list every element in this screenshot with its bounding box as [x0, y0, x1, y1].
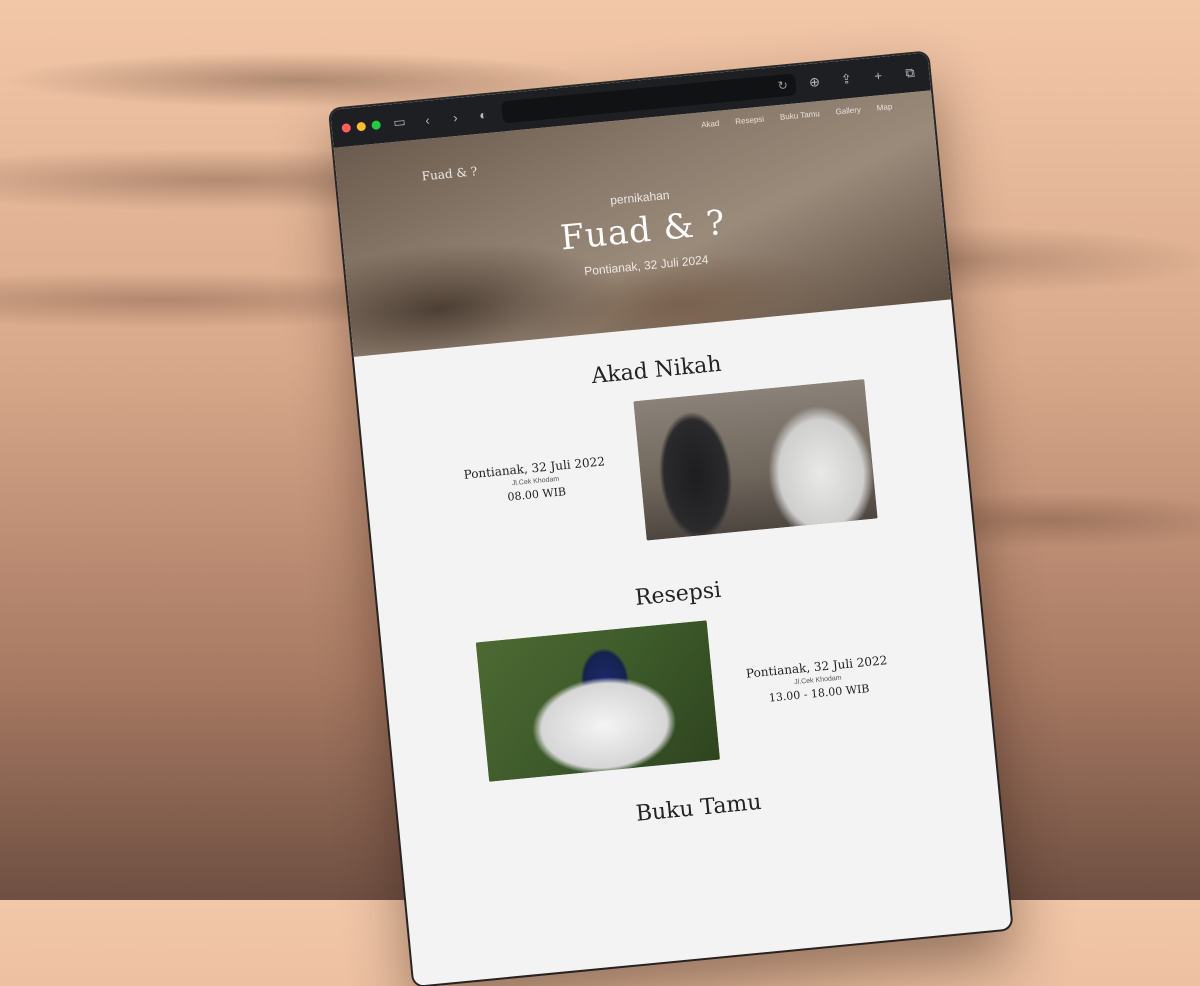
nav-item-map[interactable]: Map — [876, 102, 892, 112]
resepsi-details: Pontianak, 32 Juli 2022 Jl.Cek Khodam 13… — [741, 653, 894, 707]
nav-item-gallery[interactable]: Gallery — [835, 105, 861, 116]
tabs-icon[interactable]: ⧉ — [900, 64, 919, 82]
new-tab-icon[interactable]: + — [869, 67, 888, 85]
akad-details: Pontianak, 32 Juli 2022 Jl.Cek Khodam 08… — [459, 454, 612, 508]
minimize-window-icon[interactable] — [356, 121, 367, 131]
shield-icon[interactable]: ◐ — [473, 106, 492, 123]
maximize-window-icon[interactable] — [371, 119, 382, 130]
nav-item-akad[interactable]: Akad — [701, 119, 720, 130]
close-window-icon[interactable] — [341, 122, 352, 133]
share-icon[interactable]: ⇪ — [837, 71, 856, 89]
download-icon[interactable]: ⊕ — [805, 74, 824, 92]
reload-icon[interactable]: ↻ — [777, 78, 788, 93]
forward-button[interactable]: › — [446, 109, 465, 126]
site-logo[interactable]: Fuad & ? — [421, 164, 478, 183]
window-controls — [341, 119, 382, 133]
resepsi-photo — [475, 620, 721, 782]
sidebar-icon[interactable]: ▭ — [390, 114, 409, 132]
akad-photo — [633, 379, 878, 541]
browser-actions: ⊕ ⇪ + ⧉ — [805, 64, 920, 91]
nav-item-buku-tamu[interactable]: Buku Tamu — [780, 109, 821, 122]
back-button[interactable]: ‹ — [418, 111, 437, 128]
browser-window: ▭ ‹ › ◐ ↻ ⊕ ⇪ + ⧉ Akad Resepsi Buku Tamu… — [330, 52, 1012, 986]
nav-item-resepsi[interactable]: Resepsi — [735, 114, 765, 126]
